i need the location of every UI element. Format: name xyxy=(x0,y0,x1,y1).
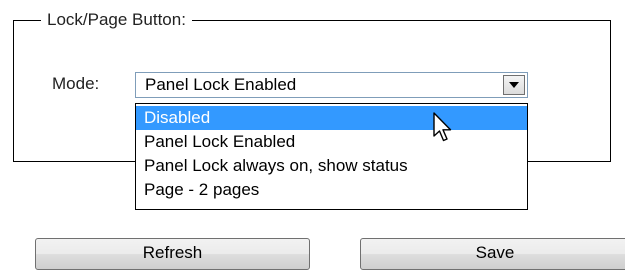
dropdown-arrow-button[interactable] xyxy=(503,75,525,95)
groupbox-title: Lock/Page Button: xyxy=(41,7,192,33)
mode-select[interactable]: Panel Lock Enabled xyxy=(135,72,528,98)
mouse-pointer-icon xyxy=(432,112,456,149)
refresh-button[interactable]: Refresh xyxy=(35,238,310,270)
mode-label: Mode: xyxy=(52,74,100,93)
save-button[interactable]: Save xyxy=(360,238,625,270)
mode-dropdown-list: Disabled Panel Lock Enabled Panel Lock a… xyxy=(135,103,528,210)
mode-select-value: Panel Lock Enabled xyxy=(145,75,297,94)
mode-option-disabled[interactable]: Disabled xyxy=(136,106,527,130)
chevron-down-icon xyxy=(509,82,519,88)
mode-option-panel-lock-always-on[interactable]: Panel Lock always on, show status xyxy=(136,154,527,178)
mode-option-panel-lock-enabled[interactable]: Panel Lock Enabled xyxy=(136,130,527,154)
mode-option-page-2-pages[interactable]: Page - 2 pages xyxy=(136,178,527,202)
